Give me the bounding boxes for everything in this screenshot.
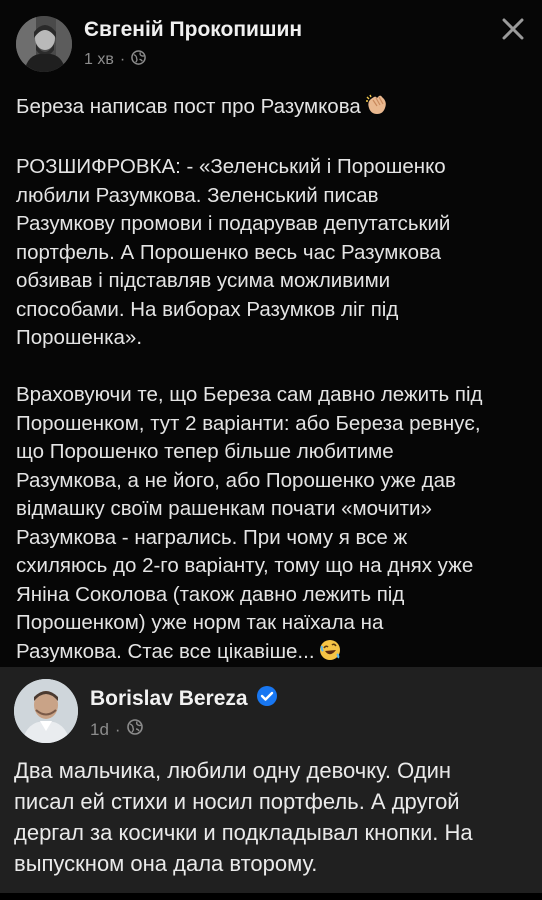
rolling-on-floor-laughing-emoji: [319, 639, 341, 670]
embedded-screenshot: Borislav Bereza 1d · Два мальчика, любил…: [0, 667, 542, 893]
screenshot-line: дергал за косички и подкладывал кнопки. …: [14, 820, 473, 845]
post-line: Порошенком) уже норм так наїхала на: [16, 611, 384, 634]
screenshot-line: выпускном она дала второму.: [14, 851, 318, 876]
author-avatar[interactable]: [16, 16, 72, 72]
screenshot-author-avatar: [14, 679, 78, 743]
post-line: обзивав і підставляв усима можливими: [16, 269, 391, 292]
post-line: портфель. А Порошенко весь час Разумкова: [16, 240, 442, 264]
close-icon[interactable]: [498, 14, 528, 44]
post-line: Разумкова. Стає все цікавіше...: [16, 638, 532, 670]
verified-badge-icon: [256, 685, 278, 713]
screenshot-line: писал ей стихи и носил портфель. А друго…: [14, 789, 460, 814]
author-name[interactable]: Євгеній Прокопишин: [84, 18, 302, 42]
post-line: способами. На виборах Разумков ліг під: [16, 297, 399, 321]
post-line: Враховуючи те, що Береза сам давно лежит…: [16, 383, 483, 406]
globe-icon: [126, 719, 143, 740]
post-line: Береза написав пост про Разумкова: [16, 93, 532, 125]
screenshot-author-name: Borislav Bereza: [90, 687, 248, 710]
screenshot-line: Два мальчика, любили одну девочку. Один: [14, 758, 452, 783]
post-body: Береза написав пост про Разумкова РОЗШИФ…: [16, 93, 532, 669]
meta-separator: ·: [114, 719, 121, 739]
facebook-post: Євгеній Прокопишин 1 хв · Береза написав…: [0, 0, 542, 667]
screenshot-meta: 1d ·: [90, 719, 143, 740]
post-line: Порошенка».: [16, 326, 143, 349]
post-line: що Порошенко тепер більше любитиме: [16, 440, 394, 463]
post-line: Порошенком, тут 2 варіанти: або Береза р…: [16, 411, 481, 435]
globe-icon: [131, 50, 146, 70]
post-line: Разумкову промови і подарував депутатськ…: [16, 212, 451, 235]
post-line: Разумкова - награлись. При чому я все ж: [16, 525, 408, 549]
screenshot-time: 1d: [90, 719, 109, 739]
post-line: Разумкова, а не його, або Порошенко уже …: [16, 468, 456, 492]
screenshot-author: Borislav Bereza: [90, 685, 278, 713]
post-line: схиляюсь до 2-го варіанту, тому що на дн…: [16, 554, 474, 577]
post-line: РОЗШИФРОВКА: - «Зеленський і Порошенко: [16, 155, 446, 178]
screenshot-body: Два мальчика, любили одну девочку. Один …: [14, 755, 534, 879]
meta-separator: ·: [119, 51, 126, 68]
post-meta: 1 хв ·: [84, 50, 146, 70]
clapping-hands-emoji: [365, 94, 389, 125]
post-header: Євгеній Прокопишин 1 хв ·: [0, 0, 542, 80]
post-time[interactable]: 1 хв: [84, 51, 114, 69]
post-line: любили Разумкова. Зеленський писав: [16, 183, 379, 207]
post-line: Яніна Соколова (також давно лежить під: [16, 582, 405, 606]
post-line: відмашку своїм рашенкам почати «мочити»: [16, 497, 432, 520]
